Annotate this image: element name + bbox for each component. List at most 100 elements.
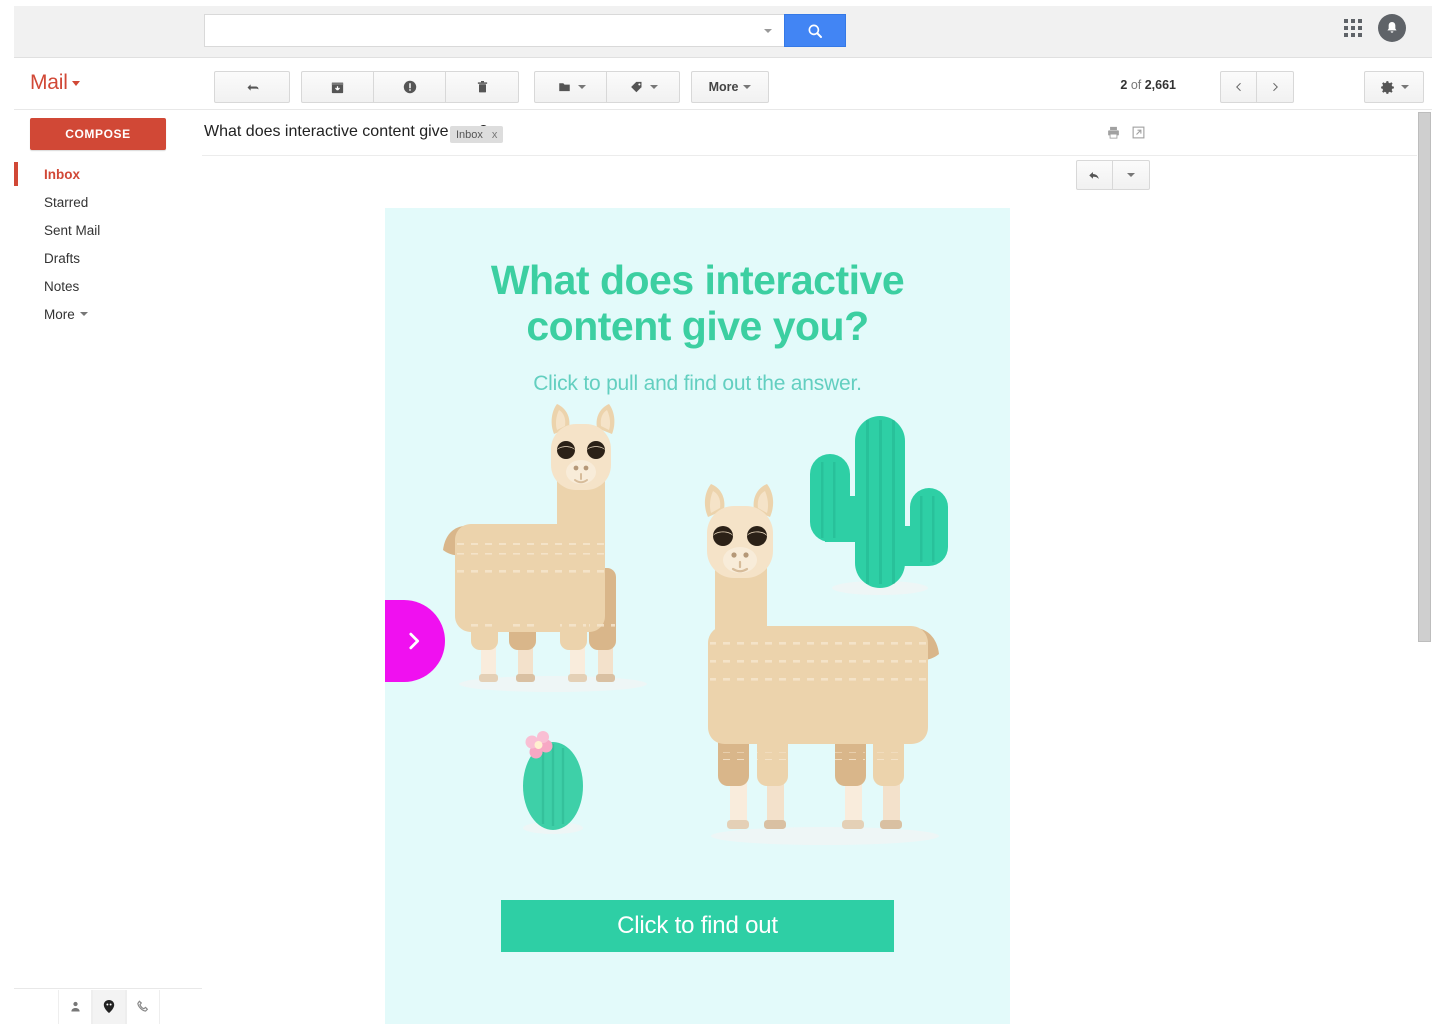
chat-balloon-icon[interactable] (92, 989, 126, 1024)
sidebar: COMPOSE Inbox Starred Sent Mail Drafts N… (14, 110, 202, 988)
move-to-button[interactable] (535, 72, 607, 102)
person-icon (70, 1001, 80, 1012)
report-spam-button[interactable] (374, 72, 446, 102)
toolbar-group-actions (301, 71, 519, 103)
click-to-find-out-button[interactable]: Click to find out (501, 900, 894, 952)
email-creative-body: What does interactive content give you? … (385, 208, 1010, 1024)
chevron-down-icon (79, 312, 88, 316)
subject-row: What does interactive content give you? … (202, 110, 1424, 156)
chevron-right-icon (1273, 82, 1278, 92)
sidebar-item-more[interactable]: More (14, 300, 202, 328)
archive-button[interactable] (302, 72, 374, 102)
reply-group (1076, 160, 1150, 190)
compose-button[interactable]: COMPOSE (30, 118, 166, 150)
tag-icon (631, 81, 642, 92)
bell-icon (1387, 22, 1397, 33)
cactus-small-group (523, 730, 583, 834)
chevron-down-icon (1401, 85, 1409, 89)
contacts-icon[interactable] (58, 989, 92, 1024)
previous-message-button[interactable] (1221, 72, 1257, 102)
email-illustration (385, 396, 1010, 866)
chevron-left-icon (1235, 82, 1241, 92)
page-title: What does interactive content give you? (204, 123, 488, 140)
sidebar-item-label: Drafts (44, 250, 81, 266)
label-chip-inbox[interactable]: Inbox x (450, 126, 504, 143)
more-button-label: More (708, 80, 739, 94)
toolbar-group-more: More (691, 71, 769, 103)
open-in-new-window-icon[interactable] (1131, 125, 1146, 145)
browser-window: Mail More 2 of 2,661 COMPOSE Inbox Starr… (0, 0, 1440, 1024)
search-area (204, 14, 846, 47)
print-icon (1108, 126, 1119, 139)
delete-button[interactable] (446, 72, 518, 102)
back-to-inbox-button[interactable] (215, 72, 289, 102)
message-actions (1106, 125, 1146, 145)
chevron-down-icon (71, 81, 80, 86)
mail-toolbar: Mail More 2 of 2,661 (14, 58, 1432, 110)
next-message-button[interactable] (1257, 72, 1293, 102)
window-frame-top (0, 0, 1440, 6)
reply-arrow-icon (1089, 171, 1099, 179)
phone-icon[interactable] (126, 989, 160, 1024)
label-chip-text: Inbox (456, 128, 483, 141)
pull-tab-handle[interactable] (385, 600, 445, 682)
sidebar-item-notes[interactable]: Notes (14, 272, 202, 300)
message-counter: 2 of 2,661 (1120, 78, 1176, 92)
chevron-down-icon (577, 85, 586, 89)
cactus-tall-group (810, 415, 948, 595)
chat-balloon-icon (103, 999, 115, 1013)
hangouts-bar (14, 988, 202, 1024)
sidebar-nav: Inbox Starred Sent Mail Drafts Notes Mor… (14, 160, 202, 328)
toolbar-group-pagination (1220, 71, 1294, 103)
back-arrow-icon (247, 83, 258, 91)
phone-icon (137, 999, 149, 1012)
topbar-right-actions (1342, 14, 1406, 42)
top-search-bar (14, 6, 1432, 58)
print-icon[interactable] (1106, 125, 1121, 145)
sidebar-item-sent-mail[interactable]: Sent Mail (14, 216, 202, 244)
mail-brand[interactable]: Mail (30, 71, 80, 95)
window-frame-left (0, 0, 14, 1024)
mail-brand-label: Mail (30, 71, 68, 94)
counter-total: 2,661 (1144, 78, 1176, 92)
account-avatar-icon[interactable] (1378, 14, 1406, 42)
search-input[interactable] (204, 14, 784, 47)
open-in-new-window-icon (1132, 126, 1145, 139)
sidebar-item-drafts[interactable]: Drafts (14, 244, 202, 272)
exclamation-icon (403, 80, 416, 94)
reply-more-button[interactable] (1113, 161, 1149, 189)
trash-icon (477, 81, 487, 93)
scrollbar-thumb[interactable] (1418, 112, 1431, 642)
sidebar-item-label: Starred (44, 194, 89, 210)
apps-grid-icon[interactable] (1342, 17, 1364, 39)
cta-label: Click to find out (617, 912, 778, 939)
chevron-down-icon (650, 85, 658, 89)
sidebar-item-inbox[interactable]: Inbox (14, 160, 202, 188)
search-button[interactable] (784, 14, 846, 47)
more-button[interactable]: More (692, 72, 768, 102)
toolbar-group-organize (534, 71, 680, 103)
search-options-caret-icon[interactable] (764, 28, 772, 33)
chevron-down-icon (1127, 173, 1135, 177)
close-icon[interactable]: x (492, 129, 498, 141)
archive-icon (331, 82, 344, 93)
llamas-and-cacti-illustration (443, 403, 948, 845)
sidebar-item-label: Inbox (44, 166, 80, 182)
sidebar-item-label: Sent Mail (44, 222, 101, 238)
sidebar-item-starred[interactable]: Starred (14, 188, 202, 216)
chevron-right-icon (409, 632, 420, 650)
reply-button[interactable] (1077, 161, 1113, 189)
message-pane: What does interactive content give you? … (202, 110, 1424, 1024)
toolbar-group-settings (1364, 71, 1424, 103)
chevron-down-icon (743, 85, 752, 89)
compose-button-label: COMPOSE (65, 127, 131, 141)
sidebar-item-label: Notes (44, 278, 80, 294)
email-headline: What does interactive content give you? (490, 257, 905, 349)
pull-tab-shape (385, 600, 445, 682)
search-icon (808, 24, 822, 38)
settings-button[interactable] (1365, 72, 1423, 102)
llama-left-group (443, 403, 647, 692)
labels-button[interactable] (607, 72, 679, 102)
toolbar-group-back (214, 71, 290, 103)
sidebar-item-label: More (44, 306, 75, 322)
